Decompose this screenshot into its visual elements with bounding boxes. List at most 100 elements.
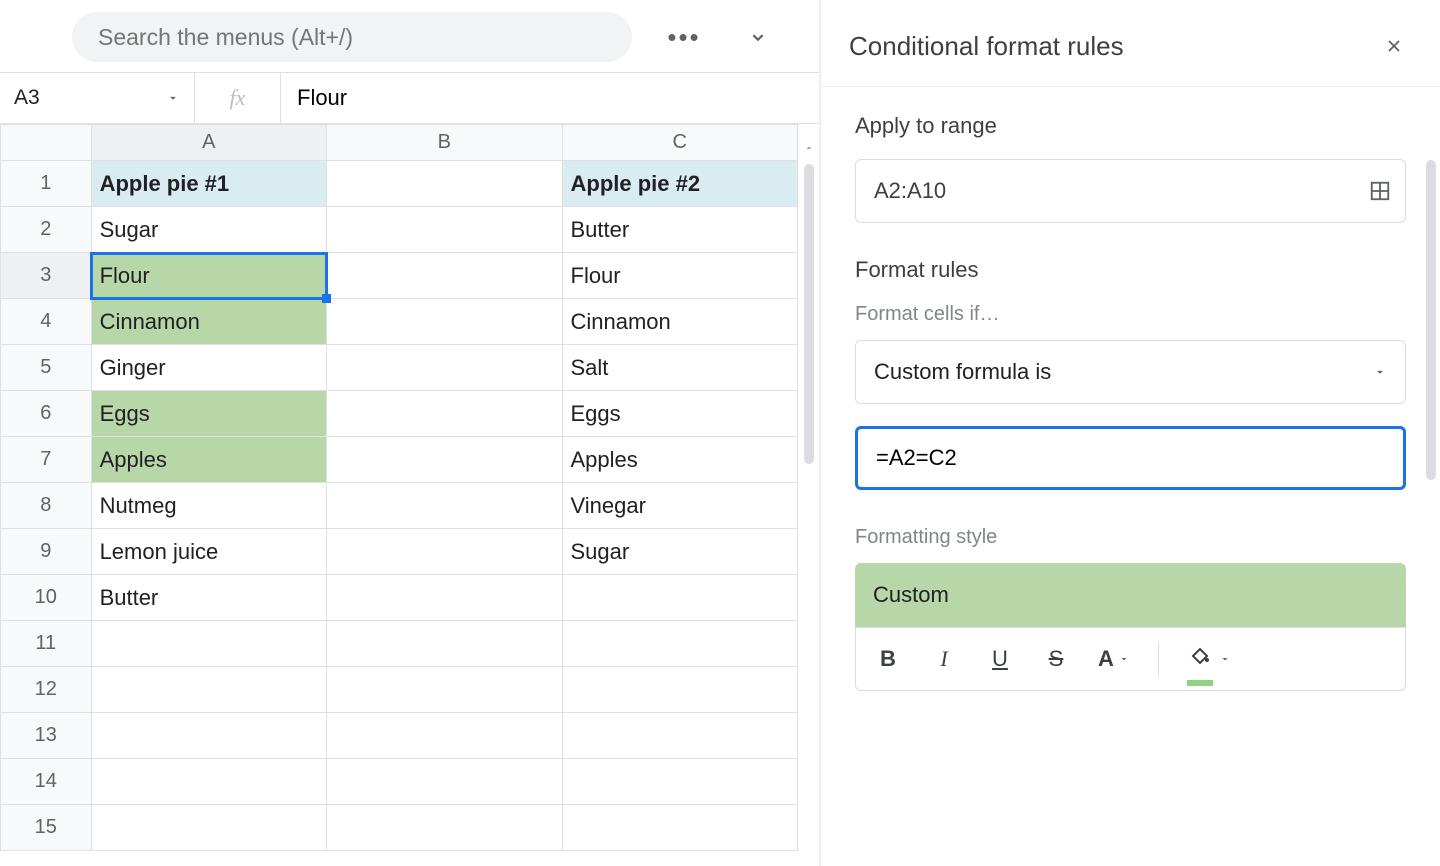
cell-C4[interactable]: Cinnamon xyxy=(562,299,798,345)
strikethrough-button[interactable]: S xyxy=(1042,646,1070,672)
formula-bar-input[interactable] xyxy=(295,84,805,112)
cell-C14[interactable] xyxy=(562,759,798,805)
select-all-corner[interactable] xyxy=(1,125,92,161)
sidebar-body: Apply to range A2:A10 Format rules Forma… xyxy=(821,87,1440,691)
grid-vertical-scrollbar[interactable] xyxy=(801,164,817,866)
sidebar-scrollbar[interactable] xyxy=(1426,160,1436,480)
cell-B11[interactable] xyxy=(327,621,562,667)
row-header[interactable]: 3 xyxy=(1,253,92,299)
scroll-up-arrow-icon[interactable] xyxy=(803,142,815,154)
row-header[interactable]: 2 xyxy=(1,207,92,253)
cell-A7[interactable]: Apples xyxy=(91,437,326,483)
cell-C3[interactable]: Flour xyxy=(562,253,798,299)
condition-select-value: Custom formula is xyxy=(874,359,1051,385)
cell-B1[interactable] xyxy=(327,161,562,207)
select-range-icon[interactable] xyxy=(1369,180,1391,202)
cell-C11[interactable] xyxy=(562,621,798,667)
custom-formula-field[interactable] xyxy=(855,426,1406,490)
italic-button[interactable]: I xyxy=(930,646,958,672)
cell-A15[interactable] xyxy=(91,805,326,851)
cell-A14[interactable] xyxy=(91,759,326,805)
cell-B2[interactable] xyxy=(327,207,562,253)
sidebar-title: Conditional format rules xyxy=(849,31,1124,62)
row-header[interactable]: 4 xyxy=(1,299,92,345)
cell-A12[interactable] xyxy=(91,667,326,713)
close-sidebar-button[interactable] xyxy=(1376,28,1412,64)
cell-B15[interactable] xyxy=(327,805,562,851)
custom-formula-input[interactable] xyxy=(874,444,1387,472)
text-color-button[interactable]: A xyxy=(1098,646,1130,672)
format-cells-if-label: Format cells if… xyxy=(855,303,1406,326)
row-header[interactable]: 7 xyxy=(1,437,92,483)
cell-C8[interactable]: Vinegar xyxy=(562,483,798,529)
row-header[interactable]: 12 xyxy=(1,667,92,713)
cell-B14[interactable] xyxy=(327,759,562,805)
cell-C12[interactable] xyxy=(562,667,798,713)
cell-A1[interactable]: Apple pie #1 xyxy=(91,161,326,207)
formatting-style-preview[interactable]: Custom xyxy=(855,563,1406,627)
apply-range-value: A2:A10 xyxy=(874,178,946,204)
cell-A5[interactable]: Ginger xyxy=(91,345,326,391)
name-box[interactable]: A3 xyxy=(0,73,195,123)
row-header[interactable]: 11 xyxy=(1,621,92,667)
formula-bar[interactable] xyxy=(281,73,819,123)
cell-A8[interactable]: Nutmeg xyxy=(91,483,326,529)
cell-C2[interactable]: Butter xyxy=(562,207,798,253)
formatting-style-toolbar: B I U S A xyxy=(855,627,1406,691)
cell-B9[interactable] xyxy=(327,529,562,575)
cell-B8[interactable] xyxy=(327,483,562,529)
collapse-toolbar-button[interactable] xyxy=(736,15,780,59)
cell-A13[interactable] xyxy=(91,713,326,759)
cell-C6[interactable]: Eggs xyxy=(562,391,798,437)
row-header[interactable]: 6 xyxy=(1,391,92,437)
cell-C13[interactable] xyxy=(562,713,798,759)
scroll-thumb[interactable] xyxy=(804,164,814,464)
cell-A10[interactable]: Butter xyxy=(91,575,326,621)
cell-B12[interactable] xyxy=(327,667,562,713)
bold-button[interactable]: B xyxy=(874,646,902,672)
formatting-style-preview-label: Custom xyxy=(873,582,949,608)
apply-range-field[interactable]: A2:A10 xyxy=(855,159,1406,223)
cell-A3[interactable]: Flour xyxy=(91,253,326,299)
menu-search-input[interactable] xyxy=(96,23,608,52)
col-header-B[interactable]: B xyxy=(327,125,562,161)
cell-A6[interactable]: Eggs xyxy=(91,391,326,437)
cell-B13[interactable] xyxy=(327,713,562,759)
cell-A4[interactable]: Cinnamon xyxy=(91,299,326,345)
spreadsheet-grid[interactable]: A B C 1Apple pie #1Apple pie #22SugarBut… xyxy=(0,124,798,851)
cell-C10[interactable] xyxy=(562,575,798,621)
cell-C15[interactable] xyxy=(562,805,798,851)
cell-B7[interactable] xyxy=(327,437,562,483)
row-header[interactable]: 14 xyxy=(1,759,92,805)
row-header[interactable]: 10 xyxy=(1,575,92,621)
row-header[interactable]: 5 xyxy=(1,345,92,391)
row-header[interactable]: 9 xyxy=(1,529,92,575)
cell-A2[interactable]: Sugar xyxy=(91,207,326,253)
cell-A9[interactable]: Lemon juice xyxy=(91,529,326,575)
row-header[interactable]: 8 xyxy=(1,483,92,529)
condition-select[interactable]: Custom formula is xyxy=(855,340,1406,404)
row-header[interactable]: 13 xyxy=(1,713,92,759)
underline-button[interactable]: U xyxy=(986,646,1014,672)
formula-bar-row: A3 fx xyxy=(0,72,819,124)
cell-B10[interactable] xyxy=(327,575,562,621)
col-header-A[interactable]: A xyxy=(91,125,326,161)
cell-C9[interactable]: Sugar xyxy=(562,529,798,575)
cell-C7[interactable]: Apples xyxy=(562,437,798,483)
cell-C5[interactable]: Salt xyxy=(562,345,798,391)
more-menu-button[interactable]: ••• xyxy=(662,15,706,59)
cell-C1[interactable]: Apple pie #2 xyxy=(562,161,798,207)
cell-B3[interactable] xyxy=(327,253,562,299)
fill-color-button[interactable] xyxy=(1187,644,1231,674)
row-header[interactable]: 15 xyxy=(1,805,92,851)
grid-scroll-area[interactable]: A B C 1Apple pie #1Apple pie #22SugarBut… xyxy=(0,124,819,866)
cell-B5[interactable] xyxy=(327,345,562,391)
cell-B6[interactable] xyxy=(327,391,562,437)
cell-B4[interactable] xyxy=(327,299,562,345)
table-row: 10Butter xyxy=(1,575,798,621)
table-row: 12 xyxy=(1,667,798,713)
menu-search[interactable] xyxy=(72,12,632,62)
cell-A11[interactable] xyxy=(91,621,326,667)
row-header[interactable]: 1 xyxy=(1,161,92,207)
col-header-C[interactable]: C xyxy=(562,125,798,161)
